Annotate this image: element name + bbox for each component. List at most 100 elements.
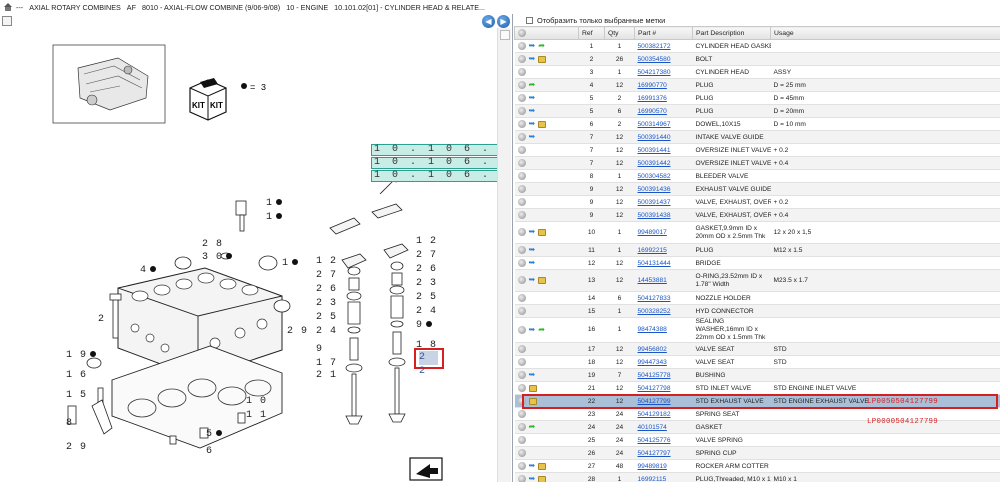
callout-label[interactable]: 1 6 <box>66 370 87 381</box>
bleeder-valve-part[interactable] <box>91 399 113 435</box>
info-icon[interactable] <box>517 133 526 141</box>
part-number-link[interactable]: 500391442 <box>634 156 693 170</box>
info-icon[interactable] <box>517 211 526 219</box>
callout-label[interactable]: 1 5 <box>66 390 87 401</box>
table-row[interactable]: 18 12 99447343 VALVE SEAT STD <box>514 355 1000 369</box>
back-button[interactable]: ◀ <box>482 15 495 28</box>
callout-label[interactable]: 1 1 <box>246 410 267 421</box>
callout-label[interactable]: 1 <box>266 198 283 209</box>
part-number-link[interactable]: 40101574 <box>634 420 693 434</box>
part-number-link[interactable]: 504125776 <box>634 433 693 447</box>
kit-icon[interactable] <box>538 120 547 128</box>
breadcrumb-item[interactable]: AF <box>127 3 136 12</box>
callout-label[interactable]: 2 3 <box>416 278 437 289</box>
part-number-link[interactable]: 500328252 <box>634 304 693 318</box>
cross-ref-box[interactable]: 1 0 . 1 0 6 . <box>371 157 506 169</box>
callout-label[interactable]: 6 <box>206 446 213 457</box>
plug-part[interactable] <box>258 255 278 271</box>
link-arrow-icon[interactable]: ➥ <box>529 107 536 115</box>
info-icon[interactable] <box>517 55 526 63</box>
info-icon[interactable] <box>517 397 526 405</box>
part-number-link[interactable]: 16992115 <box>634 472 693 482</box>
scroll-up-icon[interactable] <box>500 30 510 40</box>
callout-label[interactable]: 2 9 <box>287 326 308 337</box>
table-row[interactable]: ➥ 13 12 14453881 O-RING,23.52mm ID x 1.78" W… <box>514 269 1000 292</box>
link-arrow-icon[interactable]: ➥ <box>529 55 536 63</box>
rocker-bridge-right[interactable] <box>371 203 409 259</box>
info-icon[interactable] <box>517 436 526 444</box>
table-row[interactable]: 15 1 500328252 HYD CONNECTOR <box>514 304 1000 318</box>
nozzle-holder-part[interactable] <box>239 214 245 232</box>
info-icon[interactable] <box>517 81 526 89</box>
valve-stack-exhaust[interactable] <box>388 261 406 423</box>
column-header[interactable]: Usage <box>770 26 1000 40</box>
part-number-link[interactable]: 14453881 <box>634 269 693 292</box>
table-row[interactable]: 9 12 500391436 EXHAUST VALVE GUIDE <box>514 182 1000 196</box>
green-arrow-icon[interactable]: ➦ <box>529 81 536 89</box>
callout-label[interactable]: 2 6 <box>316 284 337 295</box>
table-row[interactable]: 17 12 99456802 VALVE SEAT STD <box>514 342 1000 356</box>
link-arrow-icon[interactable]: ➥ <box>529 246 536 254</box>
link-arrow-icon[interactable]: ➥ <box>529 371 536 379</box>
callout-label[interactable]: 1 <box>266 212 283 223</box>
info-icon[interactable] <box>517 198 526 206</box>
part-number-link[interactable]: 99456802 <box>634 342 693 356</box>
callout-label[interactable]: 2 5 <box>416 292 437 303</box>
info-icon[interactable] <box>517 358 526 366</box>
table-row[interactable]: ➥ 6 2 500314967 DOWEL,10X15 D = 10 mm <box>514 117 1000 131</box>
callout-label[interactable]: 5 <box>206 429 223 440</box>
part-number-link[interactable]: 500314967 <box>634 117 693 131</box>
plug-part[interactable] <box>273 299 291 313</box>
table-row[interactable]: ➥ 19 7 504125778 BUSHING <box>514 368 1000 382</box>
info-icon[interactable] <box>517 384 526 392</box>
link-arrow-icon[interactable]: ➥ <box>529 94 536 102</box>
column-header[interactable] <box>514 26 579 40</box>
info-icon[interactable] <box>517 423 526 431</box>
table-row[interactable]: ➥ 7 12 500391440 INTAKE VALVE GUIDE <box>514 130 1000 144</box>
part-number-link[interactable]: 16990770 <box>634 78 693 92</box>
info-icon[interactable] <box>517 410 526 418</box>
callout-label[interactable]: 1 8 <box>416 340 437 351</box>
valve-stack-inlet[interactable] <box>345 266 363 425</box>
info-icon[interactable] <box>517 228 526 237</box>
breadcrumb-item[interactable]: AXIAL ROTARY COMBINES <box>29 3 121 12</box>
table-row[interactable]: ➥ 12 12 504131444 BRIDGE <box>514 256 1000 270</box>
part-number-link[interactable]: 99489017 <box>634 221 693 244</box>
info-icon[interactable] <box>517 172 526 180</box>
breadcrumb-item[interactable]: --- <box>16 3 23 12</box>
engine-thumbnail[interactable] <box>52 44 166 124</box>
part-number-link[interactable]: 16992215 <box>634 243 693 257</box>
part-number-link[interactable]: 16990570 <box>634 104 693 118</box>
callout-label[interactable]: 2 5 <box>316 312 337 323</box>
kit-icon[interactable] <box>538 228 547 236</box>
callout-label[interactable]: 2 <box>98 314 105 325</box>
callout-label[interactable]: 2 4 <box>316 326 337 337</box>
table-row[interactable]: ➥ 5 6 16990570 PLUG D = 20mm <box>514 104 1000 118</box>
plug-part[interactable] <box>174 256 192 270</box>
part-number-link[interactable]: 504125778 <box>634 368 693 382</box>
callout-label[interactable]: 1 9 <box>66 350 97 361</box>
kit-icon[interactable] <box>538 462 547 470</box>
column-header[interactable]: Ref <box>578 26 605 40</box>
table-row[interactable]: 8 1 500304582 BLEEDER VALVE <box>514 169 1000 183</box>
link-arrow-icon[interactable]: ➥ <box>529 462 536 470</box>
callout-label[interactable]: 3 0 <box>202 252 233 263</box>
callout-label[interactable]: 2 7 <box>316 270 337 281</box>
kit-icon[interactable] <box>528 384 537 392</box>
callout-label[interactable]: 2 6 <box>416 264 437 275</box>
info-icon[interactable] <box>517 68 526 76</box>
callout-label[interactable]: 1 2 <box>416 236 437 247</box>
info-icon[interactable] <box>517 325 526 334</box>
callout-label[interactable]: 2 7 <box>416 250 437 261</box>
part-number-link[interactable]: 504127797 <box>634 446 693 460</box>
part-number-link[interactable]: 500382172 <box>634 39 693 53</box>
table-row[interactable]: ➥ 2 26 500354580 BOLT <box>514 52 1000 66</box>
next-page-icon[interactable] <box>409 457 443 481</box>
part-number-link[interactable]: 500391437 <box>634 195 693 209</box>
table-row[interactable]: 9 12 500391437 VALVE, EXHAUST, OVER + 0.2 <box>514 195 1000 209</box>
column-header[interactable]: Qty <box>604 26 635 40</box>
info-icon[interactable] <box>517 259 526 267</box>
part-number-link[interactable]: 98474388 <box>634 317 693 343</box>
callout-label[interactable]: 1 7 <box>316 358 337 369</box>
callout-label[interactable]: 2 3 <box>316 298 337 309</box>
